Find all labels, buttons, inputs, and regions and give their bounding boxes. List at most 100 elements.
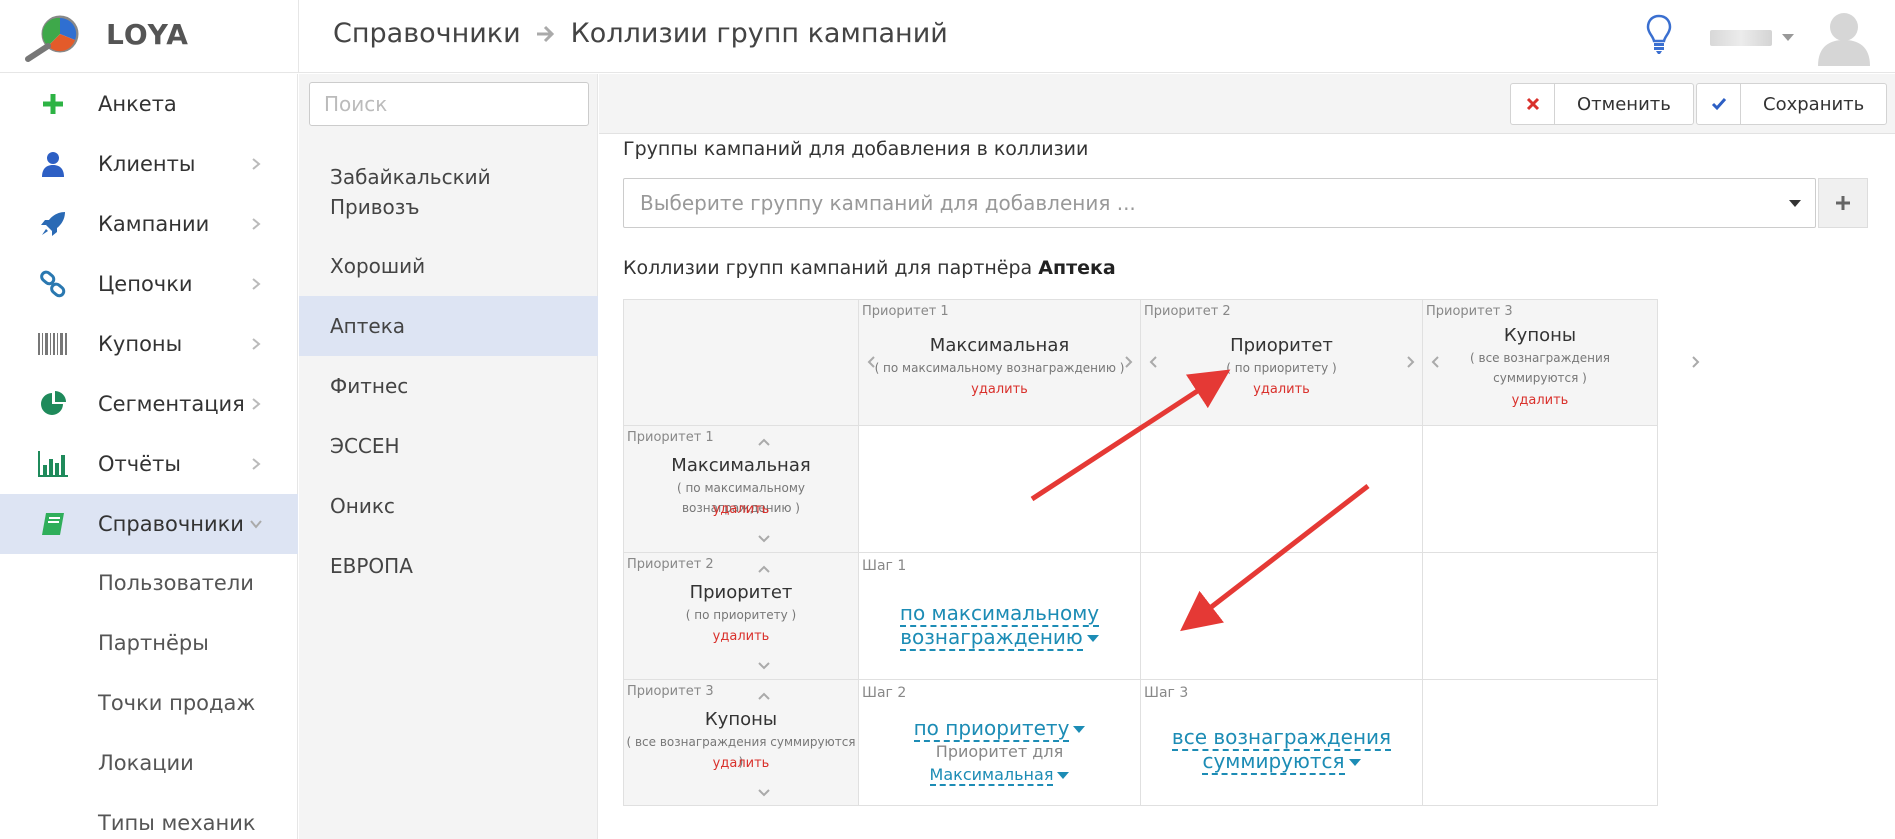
sidebar-subitem-locations[interactable]: Локации [0,734,298,794]
partner-item[interactable]: ЕВРОПА [299,536,598,596]
chevron-left-icon[interactable] [1429,355,1443,369]
header-divider [298,0,299,73]
group-name: Приоритет [689,582,793,603]
rule-dropdown-link[interactable]: все вознаграждения суммируются [1141,725,1422,775]
sidebar-subitem-partners[interactable]: Партнёры [0,614,298,674]
collisions-title-text: Коллизии групп кампаний для партнёра [623,257,1033,279]
sidebar-item-label: Анкета [98,92,177,116]
partner-label: ЕВРОПА [330,554,413,578]
loya-logo[interactable] [24,14,82,62]
partner-label: Забайкальский Привозъ [330,165,491,219]
matrix-corner [623,299,859,426]
save-button[interactable]: Сохранить [1696,83,1888,125]
partner-item[interactable]: Забайкальский Привозъ [299,148,598,236]
matrix-cell-empty [1140,552,1423,680]
add-group-button[interactable] [1818,178,1868,228]
search-input[interactable] [309,82,589,126]
partner-item[interactable]: Оникс [299,476,598,536]
sidebar-subitem-users[interactable]: Пользователи [0,554,298,614]
rule-dropdown-link[interactable]: по приоритету [859,716,1140,742]
logo-text: LOYA [106,18,189,51]
sidebar-item-reports[interactable]: Отчёты [0,434,298,494]
sidebar-item-directories[interactable]: Справочники [0,494,298,554]
rule-dropdown-line2: суммируются [1202,749,1345,775]
chevron-right-icon[interactable] [1688,355,1702,369]
partner-label: Фитнес [330,374,409,398]
breadcrumb: Справочники Коллизии групп кампаний [333,18,948,49]
step-label: Шаг 1 [862,558,907,574]
row-header-2: Приоритет 2 Приоритет ( по приоритету ) … [623,552,859,680]
sidebar-item-segmentation[interactable]: Сегментация [0,374,298,434]
chevron-left-icon[interactable] [1147,355,1161,369]
chevron-right-icon[interactable] [1403,355,1417,369]
chevron-up-icon[interactable] [757,436,771,450]
delete-link[interactable]: удалить [859,382,1140,397]
avatar[interactable] [1814,8,1874,66]
chevron-right-icon [252,338,261,350]
sidebar-item-label: Кампании [98,212,210,236]
delete-link[interactable]: удалить [624,502,858,517]
partner-item[interactable]: ЭССЕН [299,416,598,476]
sidebar-item-chains[interactable]: Цепочки [0,254,298,314]
sidebar-item-anketa[interactable]: Анкета [0,74,298,134]
partner-item[interactable]: Хороший [299,236,598,296]
chevron-right-icon [252,218,261,230]
matrix-cell-rule: Шаг 1 по максимальному вознаграждению [858,552,1141,680]
matrix-cell-rule: Шаг 3 все вознаграждения суммируются [1140,679,1423,806]
caret-down-icon [1086,635,1099,642]
bar-chart-icon [38,449,68,479]
partner-item-selected[interactable]: Аптека [299,296,598,356]
user-name-blurred[interactable] [1710,30,1772,46]
chevron-down-icon[interactable] [757,531,771,545]
sidebar-item-label: Цепочки [98,272,193,296]
sidebar-item-label: Справочники [98,512,244,536]
rule-dropdown-line1: по максимальному [899,601,1100,627]
partner-item[interactable]: Фитнес [299,356,598,416]
sidebar-subitem-sale-points[interactable]: Точки продаж [0,674,298,734]
arrow-right-icon [536,25,554,42]
chevron-left-icon[interactable] [865,355,879,369]
sidebar-subitem-mechanic-types[interactable]: Типы механик [0,794,298,839]
chevron-up-icon[interactable] [757,690,771,704]
delete-link[interactable]: удалить [624,756,858,771]
campaign-group-select[interactable]: Выберите группу кампаний для добавления … [623,178,1816,228]
rocket-icon [38,209,68,239]
caret-down-icon [1073,726,1086,733]
partner-label: Хороший [330,254,426,278]
user-menu-caret-icon[interactable] [1782,34,1794,41]
group-name: Максимальная [929,335,1070,356]
delete-link[interactable]: удалить [624,629,858,644]
group-description: ( по приоритету ) [685,608,797,622]
column-header-1: Приоритет 1 Максимальная ( по максимальн… [858,299,1141,426]
chevron-right-icon[interactable] [1121,355,1135,369]
matrix-cell-empty [1422,679,1658,806]
sidebar-item-coupons[interactable]: Купоны [0,314,298,374]
sidebar-item-campaigns[interactable]: Кампании [0,194,298,254]
priority-tag: Приоритет 1 [862,304,949,319]
select-placeholder: Выберите группу кампаний для добавления … [640,191,1136,215]
cancel-button[interactable]: Отменить [1510,83,1694,125]
add-section-title: Группы кампаний для добавления в коллизи… [623,138,1089,160]
sidebar-item-clients[interactable]: Клиенты [0,134,298,194]
lightbulb-icon[interactable] [1646,14,1672,56]
row-header-3: Приоритет 3 Купоны ( все вознаграждения … [623,679,859,806]
priority-tag: Приоритет 3 [627,684,714,699]
chevron-down-icon[interactable] [757,785,771,799]
top-bar: LOYA Справочники Коллизии групп кампаний [0,0,1895,73]
plus-icon [38,89,68,119]
priority-tag: Приоритет 3 [1426,304,1513,319]
chevron-down-icon[interactable] [757,658,771,672]
chevron-right-icon [252,398,261,410]
partner-label: ЭССЕН [330,434,400,458]
delete-link[interactable]: удалить [1141,382,1422,397]
chevron-up-icon[interactable] [757,563,771,577]
step-label: Шаг 3 [1144,685,1189,701]
priority-for-dropdown[interactable]: Максимальная [859,765,1140,786]
check-icon [1697,84,1741,124]
priority-tag: Приоритет 1 [627,430,714,445]
breadcrumb-root[interactable]: Справочники [333,18,521,49]
rule-dropdown-link[interactable]: по максимальному вознаграждению [859,601,1140,651]
delete-link[interactable]: удалить [1423,393,1657,408]
group-name: Максимальная [671,455,811,476]
group-description: ( все вознаграждения суммируются ) [1470,351,1610,385]
